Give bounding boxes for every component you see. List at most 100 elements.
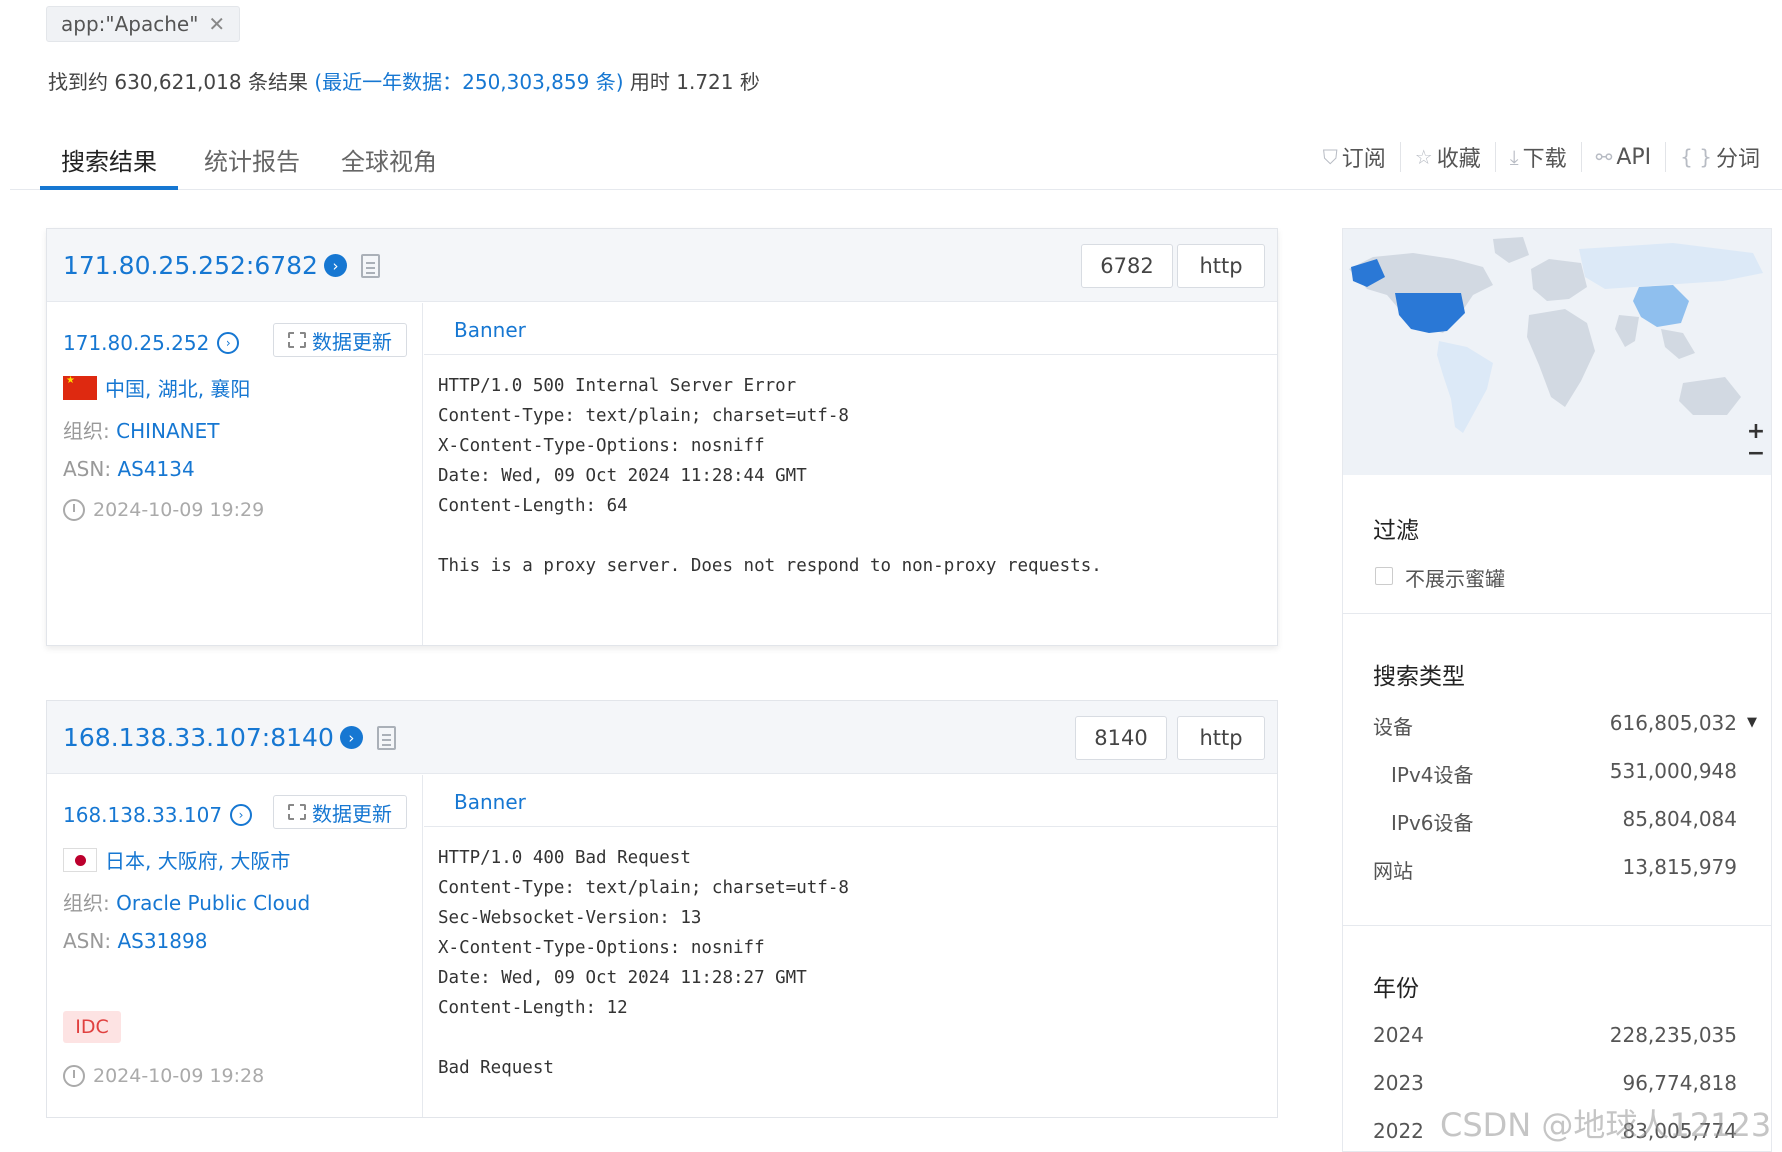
org-row: 组织: Oracle Public Cloud: [63, 887, 310, 916]
org-label: 组织:: [63, 891, 110, 915]
copy-icon[interactable]: [376, 725, 396, 750]
search-type-device-count: 616,805,032: [1609, 711, 1737, 735]
location-link[interactable]: 中国, 湖北, 襄阳: [105, 373, 250, 402]
arrow-circle-icon[interactable]: ›: [230, 804, 253, 826]
subscribe-label: 订阅: [1341, 147, 1386, 172]
asn-link[interactable]: AS4134: [117, 457, 194, 481]
filter-title: 过滤: [1373, 518, 1419, 544]
ip-link[interactable]: 171.80.25.252 ›: [63, 331, 240, 355]
close-icon[interactable]: ✕: [208, 12, 225, 36]
scan-icon: [288, 332, 306, 348]
russia-shape: [1579, 243, 1763, 289]
host-info: 171.80.25.252 › 数据更新 中国, 湖北, 襄阳 组织: CHINA…: [47, 303, 423, 645]
zoom-in-button[interactable]: +: [1745, 421, 1767, 443]
southeast-asia-shape: [1661, 329, 1695, 359]
result-title: 168.138.33.107:8140 ›: [63, 723, 396, 752]
result-card-header: 168.138.33.107:8140 › 8140 http: [47, 701, 1277, 774]
greenland-shape: [1493, 237, 1529, 263]
query-tag[interactable]: app:"Apache" ✕: [46, 6, 241, 42]
year-2024[interactable]: 2024: [1373, 1023, 1424, 1047]
star-icon: ☆: [1414, 145, 1433, 169]
download-button[interactable]: ⤓ 下载: [1494, 142, 1581, 172]
zoom-out-button[interactable]: −: [1745, 443, 1767, 465]
ip-text[interactable]: 171.80.25.252: [63, 331, 209, 355]
location-link[interactable]: 日本, 大阪府, 大阪市: [105, 845, 290, 874]
search-type-ipv4[interactable]: IPv4设备: [1391, 759, 1474, 788]
host-link[interactable]: 168.138.33.107:8140: [63, 723, 334, 752]
caret-down-icon[interactable]: ▼: [1747, 715, 1757, 730]
india-shape: [1615, 315, 1639, 347]
host-info: 168.138.33.107 › 数据更新 日本, 大阪府, 大阪市 组织: Or…: [47, 775, 423, 1117]
hide-honeypot-label[interactable]: 不展示蜜罐: [1405, 563, 1505, 592]
ip-link[interactable]: 168.138.33.107 ›: [63, 803, 253, 827]
search-type-website[interactable]: 网站: [1373, 855, 1413, 884]
year-title: 年份: [1373, 976, 1419, 1002]
arrow-circle-icon[interactable]: ›: [217, 332, 240, 354]
scan-time-text: 2024-10-09 19:28: [93, 1065, 265, 1087]
asn-link[interactable]: AS31898: [117, 929, 207, 953]
year-2023[interactable]: 2023: [1373, 1071, 1424, 1095]
clock-icon: [63, 499, 85, 521]
api-label: API: [1616, 144, 1652, 170]
host-link[interactable]: 171.80.25.252:6782: [63, 251, 318, 280]
world-map-graphic: [1349, 237, 1763, 433]
favorite-label: 收藏: [1436, 147, 1481, 172]
search-type-ipv6-count: 85,804,084: [1622, 807, 1737, 831]
api-button[interactable]: ⚯ API: [1580, 142, 1666, 172]
australia-shape: [1679, 377, 1741, 415]
protocol-badge[interactable]: http: [1177, 244, 1265, 288]
sidebar: + − 过滤 不展示蜜罐 搜索类型 设备 616,805,032 ▼ IPv4设…: [1342, 228, 1772, 1152]
tab-banner[interactable]: Banner: [454, 318, 526, 342]
favorite-button[interactable]: ☆ 收藏: [1399, 142, 1495, 172]
divider: [1343, 613, 1771, 614]
recent-year-link[interactable]: (最近一年数据：250,303,859 条): [314, 70, 623, 94]
location: 中国, 湖北, 襄阳: [63, 373, 250, 402]
japan-flag-icon: [63, 847, 97, 872]
tab-global-view[interactable]: 全球视角: [341, 142, 437, 190]
idc-tag[interactable]: IDC: [63, 1011, 121, 1043]
hide-honeypot-checkbox[interactable]: [1375, 567, 1393, 585]
protocol-badge[interactable]: http: [1177, 716, 1265, 760]
copy-icon[interactable]: [360, 253, 380, 278]
data-update-button[interactable]: 数据更新: [273, 795, 407, 829]
year-2024-count: 228,235,035: [1609, 1023, 1737, 1047]
banner-tab-bar: Banner: [424, 775, 1277, 827]
result-card-header: 171.80.25.252:6782 › 6782 http: [47, 229, 1277, 302]
map-zoom-controls: + −: [1745, 421, 1767, 465]
search-type-device[interactable]: 设备: [1373, 711, 1413, 740]
port-badge[interactable]: 6782: [1081, 244, 1173, 288]
world-map[interactable]: + −: [1343, 229, 1771, 475]
year-2023-count: 96,774,818: [1622, 1071, 1737, 1095]
ip-text[interactable]: 168.138.33.107: [63, 803, 222, 827]
south-america-shape: [1437, 341, 1493, 433]
org-link[interactable]: Oracle Public Cloud: [116, 891, 310, 915]
china-shape: [1633, 285, 1689, 327]
toolbar: ⛉ 订阅 ☆ 收藏 ⤓ 下载 ⚯ API { } 分词: [1309, 142, 1774, 172]
result-card: 168.138.33.107:8140 › 8140 http 168.138.…: [46, 700, 1278, 1118]
search-type-ipv6[interactable]: IPv6设备: [1391, 807, 1474, 836]
scan-icon: [288, 804, 306, 820]
bookmark-icon: ⛉: [1322, 145, 1338, 169]
arrow-right-icon[interactable]: ›: [323, 254, 347, 277]
location: 日本, 大阪府, 大阪市: [63, 845, 290, 874]
download-icon: ⤓: [1509, 145, 1519, 169]
data-update-label: 数据更新: [312, 329, 392, 354]
org-link[interactable]: CHINANET: [116, 419, 219, 443]
watermark: CSDN @地球人12123: [1440, 1106, 1772, 1144]
asn-label: ASN:: [63, 929, 112, 953]
banner-text: HTTP/1.0 500 Internal Server Error Conte…: [438, 376, 1102, 576]
result-card: 171.80.25.252:6782 › 6782 http 171.80.25…: [46, 228, 1278, 646]
banner-tab-bar: Banner: [424, 303, 1277, 355]
year-2022[interactable]: 2022: [1373, 1119, 1424, 1143]
tokenize-button[interactable]: { } 分词: [1665, 142, 1774, 172]
data-update-button[interactable]: 数据更新: [273, 323, 407, 357]
tab-search-results[interactable]: 搜索结果: [40, 142, 178, 190]
search-type-ipv4-count: 531,000,948: [1609, 759, 1737, 783]
port-badge[interactable]: 8140: [1075, 716, 1167, 760]
scan-time-text: 2024-10-09 19:29: [93, 499, 265, 521]
subscribe-button[interactable]: ⛉ 订阅: [1309, 142, 1400, 172]
arrow-right-icon[interactable]: ›: [339, 726, 363, 749]
tab-statistics-report[interactable]: 统计报告: [204, 142, 300, 190]
tab-banner[interactable]: Banner: [454, 790, 526, 814]
usa-shape: [1395, 293, 1465, 333]
